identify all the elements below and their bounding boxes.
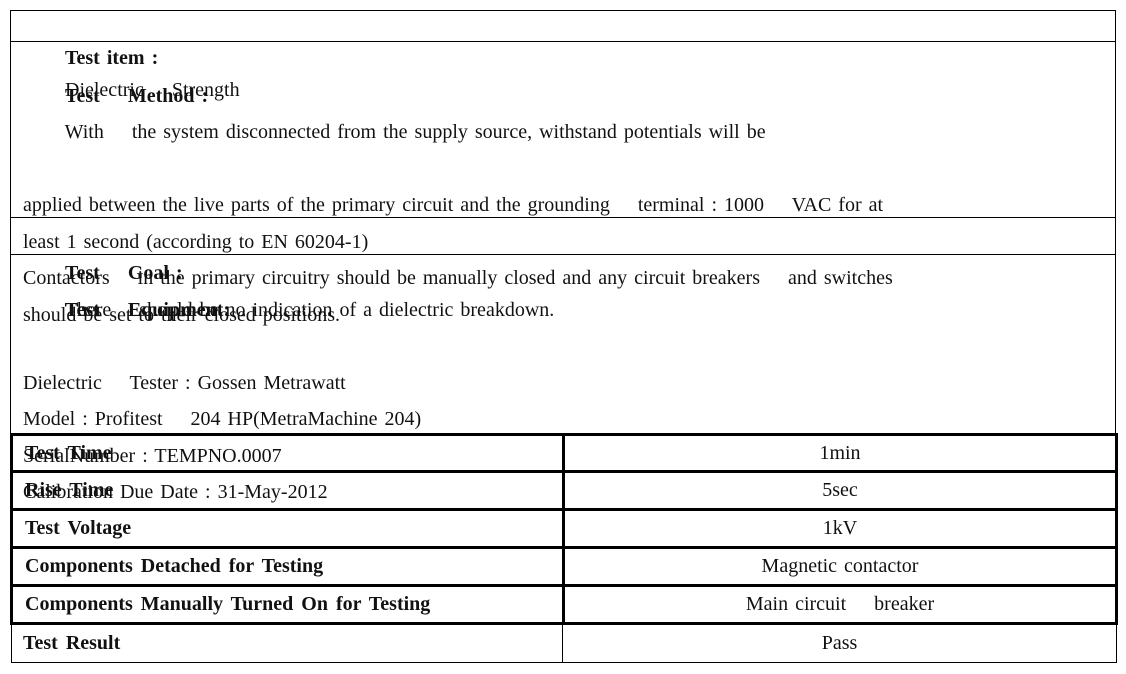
param-label: Rise Time (13, 473, 565, 508)
param-value: 1kV (822, 517, 858, 539)
table-row: Test Voltage 1kV (10, 508, 1118, 549)
table-row: Components Manually Turned On for Testin… (10, 584, 1118, 625)
test-item-section: Test item : Dielectric Strength (10, 10, 1116, 101)
test-method-line: With the system disconnected from the su… (64, 121, 766, 143)
param-label: Test Result (12, 625, 563, 662)
param-value: 5sec (822, 479, 858, 501)
table-row: Components Detached for Testing Magnetic… (10, 546, 1118, 587)
test-equipment-label: Test Equipment: (65, 298, 231, 321)
table-row: Test Result Pass (11, 625, 1117, 663)
param-label: Test Voltage (13, 511, 565, 546)
test-method-label: Test Method : (65, 84, 209, 107)
table-row: Rise Time 5sec (10, 470, 1118, 511)
param-value: Pass (821, 632, 858, 654)
test-equipment-section: Test Equipment: Dielectric Tester : Goss… (10, 255, 1116, 503)
param-value: Magnetic contactor (761, 555, 919, 577)
table-row: Test Time 1min (10, 433, 1118, 473)
equipment-line: Dielectric Tester : Gossen Metrawatt (23, 371, 346, 394)
test-method-section: Test Method : With the system disconnect… (10, 42, 1116, 326)
param-value: 1min (819, 441, 861, 464)
param-label: Components Detached for Testing (13, 549, 565, 584)
param-label: Components Manually Turned On for Testin… (13, 587, 565, 622)
test-goal-section: Test Goal : There should be no indicatio… (10, 218, 1116, 321)
param-label: Test Time (13, 436, 565, 470)
param-value: Main circuit breaker (745, 593, 935, 615)
